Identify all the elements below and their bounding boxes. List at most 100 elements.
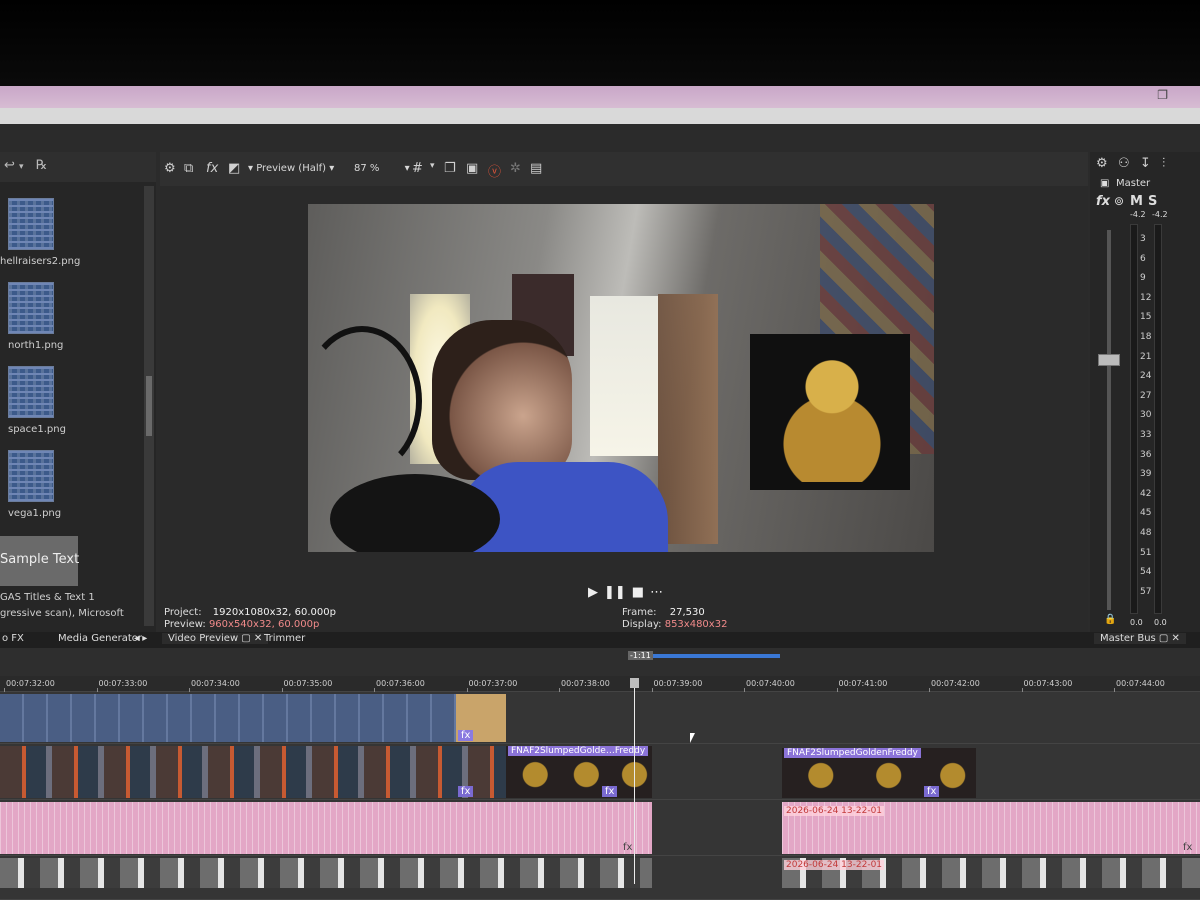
camera-clip-a[interactable] (0, 858, 652, 888)
gear-icon[interactable]: ⚙ (164, 161, 176, 176)
chevron-down-icon[interactable]: ▾ (430, 161, 435, 171)
sliders-icon[interactable]: ⫶ (1162, 156, 1165, 171)
level-left-value: 0.0 (1130, 618, 1143, 627)
thumbnail[interactable] (8, 450, 54, 502)
tab-master-bus[interactable]: Master Bus ▢ ✕ (1094, 633, 1186, 644)
window-tabs: o FX Media Generator ◂ ▸ Video Preview ▢… (0, 632, 1200, 648)
thumbnail[interactable] (8, 198, 54, 250)
fx-button[interactable]: fx (1096, 194, 1110, 209)
bear-image (772, 346, 892, 482)
zoom-dropdown[interactable]: 87 % ▾ (354, 163, 410, 174)
ruler-tick-label: 00:07:41:00 (838, 679, 888, 688)
mixer-icon[interactable]: ⚇ (1118, 156, 1130, 171)
tab-trimmer[interactable]: Trimmer (264, 633, 305, 644)
titles-clip[interactable] (0, 694, 456, 742)
project-info: Project: 1920x1080x32, 60.000p Preview: … (164, 607, 336, 630)
level-meter-right (1154, 224, 1162, 614)
thumbnail[interactable] (8, 282, 54, 334)
peak-left: -4.2 (1130, 210, 1146, 219)
fx-button[interactable]: fx (458, 786, 474, 797)
fader-track[interactable] (1107, 230, 1111, 610)
dropdown-icon[interactable]: ▾ (19, 162, 24, 172)
media-item-label[interactable]: GAS Titles & Text 1 (0, 592, 120, 603)
volume-fader[interactable] (1098, 354, 1120, 366)
ruler-tick-label: 00:07:36:00 (376, 679, 425, 688)
window-title-bar: ❐ (0, 86, 1200, 108)
overlay-icon[interactable]: ▤ (530, 161, 542, 176)
solo-button[interactable]: S (1148, 194, 1157, 209)
db-scale-label: 54 (1140, 567, 1152, 578)
playhead-handle[interactable] (630, 678, 639, 688)
monitor-bezel (0, 0, 1200, 92)
camera-clip-b[interactable]: 2026-06-24 13-22-01 (782, 858, 1200, 888)
freddy-clip-a[interactable]: FNAF2SlumpedGolde…Freddy fx (506, 746, 652, 798)
explorer-scrollbar[interactable] (144, 186, 154, 626)
fx-button[interactable]: fx (1180, 842, 1195, 853)
pause-icon[interactable]: ❚❚ (604, 585, 626, 600)
preview-toolbar: ⚙ ⧉ fx ◩ ▾ Preview (Half) ▾ 87 % ▾ # ▾ ❐… (160, 152, 1088, 186)
db-scale-label: 36 (1140, 449, 1152, 460)
play-icon[interactable]: ▶ (588, 585, 598, 600)
gear-icon[interactable]: ⚙ (1096, 156, 1108, 171)
tab-fx[interactable]: o FX (2, 633, 24, 644)
peak-right: -4.2 (1152, 210, 1168, 219)
golden-freddy-overlay[interactable] (750, 334, 910, 490)
automation-icon[interactable]: ⊚ (1114, 194, 1124, 208)
fx-icon[interactable]: fx (206, 161, 218, 176)
db-scale-label: 27 (1140, 390, 1152, 401)
fx-button[interactable]: fx (602, 786, 618, 797)
tab-media-generator[interactable]: Media Generator (58, 633, 142, 644)
undo-icon[interactable]: ↩ (4, 158, 15, 173)
media-item-label[interactable]: vega1.png (0, 508, 120, 519)
titles-clip-end[interactable]: fx (456, 694, 506, 742)
grid-icon[interactable]: # (412, 161, 423, 176)
more-icon[interactable]: ⋯ (650, 585, 663, 600)
copy-snapshot-icon[interactable]: ❐ (444, 161, 456, 176)
mute-button[interactable]: M (1130, 194, 1143, 209)
split-screen-icon[interactable]: ◩ (228, 161, 240, 176)
disabled-icon: ✲ (510, 161, 521, 176)
tab-scroll-arrows[interactable]: ◂ ▸ (134, 633, 147, 644)
ruler-tick-label: 00:07:38:00 (561, 679, 610, 688)
fx-button[interactable]: fx (924, 786, 940, 797)
restore-icon[interactable]: ❐ (1157, 88, 1168, 102)
ruler-tick-label: 00:07:35:00 (283, 679, 333, 688)
downmix-icon[interactable]: ↧ (1140, 156, 1151, 171)
db-scale-label: 30 (1140, 410, 1152, 421)
db-scale-label: 57 (1140, 586, 1152, 597)
ruler-tick-label: 00:07:42:00 (931, 679, 980, 688)
room-window (590, 296, 658, 456)
transport-controls: ▶ ❚❚ ■ ⋯ (588, 585, 668, 601)
audio-clip-a[interactable]: fx (0, 802, 652, 854)
ruler-tick-label: 00:07:43:00 (1023, 679, 1073, 688)
audio-clip-b[interactable]: 2026-06-24 13-22-01 fx (782, 802, 1200, 854)
titles-thumbnail[interactable]: Sample Text (0, 536, 79, 586)
gameplay-clip[interactable]: fx (0, 746, 506, 798)
filter-icon[interactable]: ℞ (36, 158, 48, 173)
v-badge-icon[interactable]: ⓥ (488, 161, 501, 180)
level-meter-left (1130, 224, 1138, 614)
ruler-tick-label: 00:07:37:00 (468, 679, 518, 688)
mic-arm (308, 326, 422, 476)
scroll-thumb[interactable] (146, 376, 152, 436)
media-item-label[interactable]: north1.png (0, 340, 120, 351)
clip-name: FNAF2SlumpedGolde…Freddy (508, 746, 649, 756)
media-item-label[interactable]: hellraisers2.png (0, 256, 120, 267)
media-item-label[interactable]: space1.png (0, 424, 120, 435)
project-media-panel: ↩ ▾ ℞ hellraisers2.png north1.png space1… (0, 152, 156, 632)
stop-icon[interactable]: ■ (632, 585, 644, 600)
preview-quality-dropdown[interactable]: ▾ Preview (Half) ▾ (248, 163, 334, 174)
menu-strip (0, 108, 1200, 124)
db-scale-label: 48 (1140, 528, 1152, 538)
fx-button[interactable]: fx (458, 730, 474, 741)
tab-video-preview[interactable]: Video Preview ▢ ✕ (162, 633, 269, 644)
freddy-clip-b[interactable]: FNAF2SlumpedGoldenFreddy fx (782, 748, 976, 798)
save-snapshot-icon[interactable]: ▣ (466, 161, 478, 176)
db-scale-label: 45 (1140, 508, 1152, 519)
ruler-tick-label: 00:07:32:00 (6, 679, 55, 688)
lock-icon[interactable]: 🔒 (1104, 614, 1116, 625)
thumbnail[interactable] (8, 366, 54, 418)
external-monitor-icon[interactable]: ⧉ (184, 161, 193, 176)
playhead[interactable] (634, 680, 635, 884)
db-scale-label: 21 (1140, 351, 1152, 362)
